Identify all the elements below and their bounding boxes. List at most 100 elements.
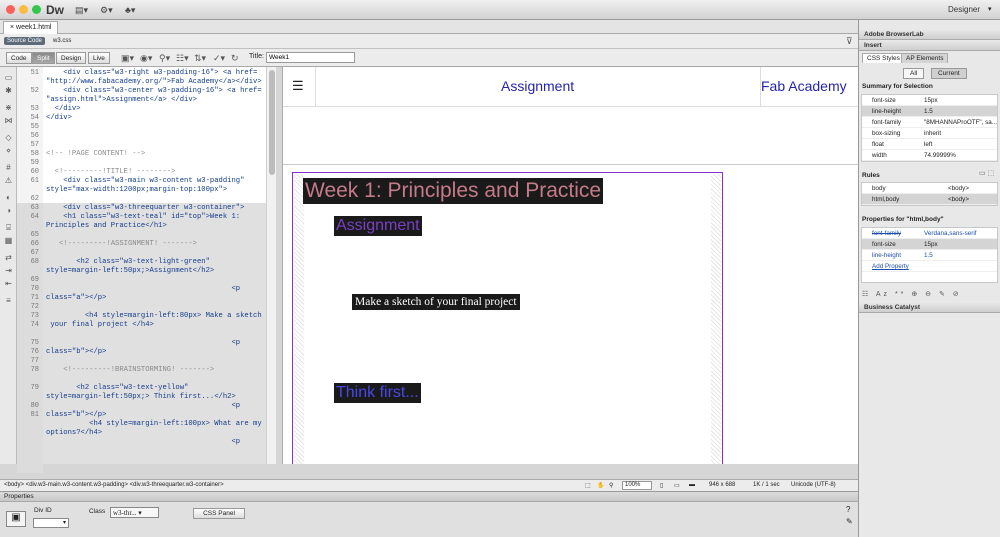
apply-comment-icon[interactable]: ◐ [3, 193, 14, 203]
code-line[interactable]: </div> [46, 105, 266, 114]
related-file-w3css[interactable]: w3.css [53, 38, 71, 44]
page-title[interactable]: Week 1: Principles and Practice [303, 178, 604, 204]
site-menu-icon[interactable]: ♣▾ [125, 5, 135, 16]
code-scrollbar-thumb[interactable] [269, 70, 275, 175]
hand-tool-icon[interactable]: ✋ [597, 482, 604, 489]
code-line[interactable]: class="a"></p> [46, 294, 266, 303]
tag-selector[interactable]: <body> <div.w3-main.w3-content.w3-paddin… [4, 482, 224, 488]
debug-icon[interactable]: ⚲▾ [159, 53, 170, 64]
threequarter-container[interactable]: Week 1: Principles and Practice Assignme… [292, 172, 723, 464]
code-line[interactable]: <h2 class="w3-text-light-green" [46, 258, 266, 267]
document-tab[interactable]: × week1.html [3, 21, 59, 34]
browserlab-panel-header[interactable]: Adobe BrowserLab [859, 30, 1000, 40]
select-tool-icon[interactable]: ⬚ [585, 482, 591, 489]
seg-all[interactable]: All [903, 68, 925, 79]
design-view-button[interactable]: Design [56, 52, 87, 64]
code-line[interactable]: <p [46, 285, 266, 294]
business-catalyst-header[interactable]: Business Catalyst [859, 303, 1000, 313]
close-window-button[interactable] [6, 5, 15, 14]
table-row[interactable]: font-family Verdana,sans-serif [862, 228, 997, 239]
code-line[interactable]: <!-- !PAGE CONTENT! --> [46, 150, 266, 159]
split-view-button[interactable]: Split [32, 52, 55, 64]
source-code-button[interactable]: Source Code [4, 37, 46, 45]
add-property-link[interactable]: Add Property [862, 261, 997, 272]
tab-css-styles[interactable]: CSS Styles [862, 53, 905, 63]
code-line[interactable]: style=margin-left:50px;>Assignment</h2> [46, 267, 266, 276]
recent-snippets-icon[interactable]: ▦ [3, 236, 14, 246]
quick-tag-editor-icon[interactable]: ✎ [846, 517, 853, 526]
tablet-size-icon[interactable]: ▭ [674, 482, 680, 489]
code-line[interactable]: <div class="w3-right w3-padding-16"> <a … [46, 69, 266, 78]
help-icon[interactable]: ? [846, 505, 850, 514]
div-id-select[interactable]: ▾ [33, 518, 69, 528]
open-documents-icon[interactable]: ▭ [3, 73, 14, 83]
outdent-icon[interactable]: ⇤ [3, 279, 14, 289]
code-line[interactable]: <!---------!BRAINSTORMING! -------> [46, 366, 266, 375]
code-line[interactable]: <div class="w3-center w3-padding-16"> <a… [46, 87, 266, 96]
visual-aids-icon[interactable]: ☷▾ [176, 53, 189, 64]
wrap-tag-icon[interactable]: ⌸ [3, 223, 14, 233]
multiscreen-icon[interactable]: ▣▾ [121, 53, 134, 64]
code-line[interactable]: options?</h4> [46, 429, 266, 438]
code-line[interactable]: <div class="w3-threequarter w3-container… [46, 204, 266, 213]
code-line[interactable]: <!---------!ASSIGNMENT! -------> [46, 240, 266, 249]
table-row[interactable]: line-height 1.5 [862, 250, 997, 261]
table-row[interactable]: font-family "8MHANNAProOTF", sa... [862, 117, 997, 128]
code-line[interactable]: class="b"></p> [46, 411, 266, 420]
filter-icon[interactable]: ⊽ [846, 36, 853, 47]
phone-size-icon[interactable]: ▯ [660, 482, 663, 489]
design-view[interactable]: ☰ Assignment Fab Academy Week 1: Princip… [282, 67, 858, 464]
check-page-icon[interactable]: ✓▾ [213, 53, 225, 64]
collapse-selection-icon[interactable]: ⋇ [3, 103, 14, 113]
code-line[interactable]: class="b"></p> [46, 348, 266, 357]
seg-current[interactable]: Current [931, 68, 967, 79]
desktop-size-icon[interactable]: ▬ [689, 482, 695, 488]
zoom-window-button[interactable] [32, 5, 41, 14]
code-line[interactable]: <p [46, 438, 266, 447]
header-assignment-link[interactable]: Assignment [501, 78, 574, 94]
code-line[interactable]: <h4 style=margin-left:80px> Make a sketc… [46, 312, 266, 321]
code-line[interactable]: style=margin-left:50px;> Think first...<… [46, 393, 266, 402]
table-row[interactable]: line-height 1.5 [862, 106, 997, 117]
chevron-down-icon[interactable]: ▾ [988, 5, 992, 13]
indent-icon[interactable]: ⇥ [3, 266, 14, 276]
preview-browser-icon[interactable]: ◉▾ [140, 53, 152, 64]
insert-panel-header[interactable]: Insert [859, 41, 1000, 51]
code-line[interactable]: <!---------!TITLE! --------> [46, 168, 266, 177]
code-line[interactable]: <h4 style=margin-left:100px> What are my [46, 420, 266, 429]
highlight-invalid-icon[interactable]: ⚠ [3, 176, 14, 186]
table-row[interactable]: float left [862, 139, 997, 150]
move-css-icon[interactable]: ⇄ [3, 253, 14, 263]
code-line[interactable]: </div> [46, 114, 266, 123]
live-view-button[interactable]: Live [88, 52, 110, 64]
format-source-icon[interactable]: ≡ [3, 296, 14, 306]
table-row[interactable]: html,body <body> [862, 194, 997, 205]
code-line[interactable]: style="max-width:1200px;margin-top:100px… [46, 186, 266, 195]
minimize-window-button[interactable] [19, 5, 28, 14]
table-row[interactable]: font-size 15px [862, 95, 997, 106]
hamburger-menu-icon[interactable]: ☰ [292, 78, 304, 94]
gear-menu-icon[interactable]: ⚙▾ [100, 5, 113, 16]
class-select[interactable]: w3-thr... ▾ [110, 507, 159, 518]
code-line[interactable]: "http://www.fabacademy.org/">Fab Academy… [46, 78, 266, 87]
css-panel-button[interactable]: CSS Panel [193, 508, 245, 519]
table-row[interactable]: box-sizing inherit [862, 128, 997, 139]
code-view[interactable]: <div class="w3-right w3-padding-16"> <a … [43, 67, 266, 464]
code-line[interactable]: your final project </h4> [46, 321, 266, 330]
remove-comment-icon[interactable]: ◑ [3, 206, 14, 216]
sketch-heading[interactable]: Make a sketch of your final project [352, 294, 520, 310]
document-title-input[interactable] [266, 52, 355, 63]
code-line[interactable]: <h1 class="w3-text-teal" id="top">Week 1… [46, 213, 266, 222]
workspace-switcher[interactable]: Designer [948, 5, 980, 14]
code-line[interactable]: "assign.html">Assignment</a> </div> [46, 96, 266, 105]
refresh-icon[interactable]: ↻ [231, 53, 239, 64]
layout-menu-icon[interactable]: ▤▾ [75, 5, 88, 16]
window-size[interactable]: 946 x 688 [709, 482, 735, 488]
code-line[interactable]: <div class="w3-main w3-content w3-paddin… [46, 177, 266, 186]
css-toolbar-icons[interactable]: ☷ Az ** ⊕ ⊖ ✎ ⊘ [862, 290, 962, 298]
file-management-icon[interactable]: ⇅▾ [194, 53, 206, 64]
zoom-tool-icon[interactable]: ⚲ [609, 482, 613, 489]
code-view-button[interactable]: Code [6, 52, 32, 64]
code-line[interactable]: <p [46, 339, 266, 348]
code-line[interactable]: <p [46, 402, 266, 411]
